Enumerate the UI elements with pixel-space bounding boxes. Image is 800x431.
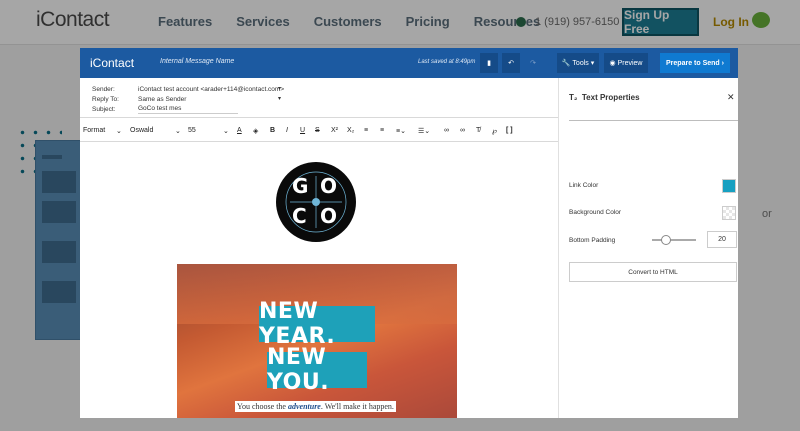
format-dropdown[interactable]: Format: [83, 127, 105, 134]
wrench-icon: 🔧: [561, 60, 573, 67]
line-spacing-icon[interactable]: ☰⌄: [418, 127, 430, 135]
send-label: Prepare to Send: [666, 59, 720, 67]
link-color-label: Link Color: [569, 182, 599, 189]
subject-label: Subject:: [92, 106, 116, 113]
text-properties-icon: T₂: [569, 93, 582, 102]
padding-input[interactable]: 20: [707, 231, 737, 248]
text-color-icon[interactable]: A: [237, 127, 242, 134]
unlink-icon[interactable]: ∞: [460, 127, 465, 134]
strikethrough-icon[interactable]: S: [315, 127, 320, 134]
numbered-list-icon[interactable]: ≡: [364, 127, 368, 134]
link-icon[interactable]: ∞: [444, 127, 449, 134]
sender-select[interactable]: iContact test account <arader+114@iconta…: [138, 86, 284, 93]
subject-input[interactable]: GoCo test mes: [138, 105, 238, 114]
tools-label: Tools: [572, 59, 589, 67]
tools-menu[interactable]: 🔧 Tools ▾: [557, 53, 599, 73]
convert-to-html-button[interactable]: Convert to HTML: [569, 262, 737, 282]
logo-rings-icon: [285, 171, 347, 233]
redo-icon[interactable]: ↷: [524, 53, 542, 73]
link-color-swatch[interactable]: [722, 179, 736, 193]
chevron-right-icon: ›: [719, 59, 724, 67]
hero-tagline[interactable]: You choose the adventure. We'll make it …: [235, 401, 396, 412]
highlight-icon[interactable]: ◈: [253, 127, 258, 135]
bottom-padding-label: Bottom Padding: [569, 237, 616, 244]
tagline-text: . We'll make it happen.: [320, 402, 394, 411]
panel-title: T₂ Text Properties: [569, 93, 640, 102]
code-brackets-icon[interactable]: [ ]: [506, 127, 513, 134]
message-meta: Sender: iContact test account <arader+11…: [80, 78, 558, 118]
last-saved: Last saved at 8:49pm: [418, 59, 476, 65]
chevron-down-icon[interactable]: ⌄: [116, 127, 122, 135]
email-editor-modal: iContact Internal Message Name Last save…: [80, 48, 738, 418]
editor-topbar: iContact Internal Message Name Last save…: [80, 48, 738, 78]
bold-icon[interactable]: B: [270, 127, 275, 134]
padding-slider-handle[interactable]: [661, 235, 671, 245]
logo-letter: O: [320, 174, 338, 198]
font-size-dropdown[interactable]: 55: [188, 127, 196, 134]
logo-letter: O: [320, 204, 338, 228]
underline-icon[interactable]: U: [300, 127, 305, 134]
tagline-emphasis: adventure: [287, 402, 321, 411]
goco-logo[interactable]: G O C O: [276, 162, 356, 242]
hero-image-block[interactable]: NEW YEAR. NEW YOU. You choose the advent…: [177, 264, 457, 418]
undo-icon[interactable]: ↶: [502, 53, 520, 73]
logo-letter: G: [292, 174, 309, 198]
align-icon[interactable]: ≡⌄: [396, 127, 406, 135]
panel-title-label: Text Properties: [581, 93, 640, 102]
eye-icon: ◉: [609, 60, 618, 67]
padding-slider-track[interactable]: [652, 239, 696, 241]
preview-button[interactable]: ◉ Preview: [604, 53, 648, 73]
reply-to-label: Reply To:: [92, 96, 119, 103]
preview-label: Preview: [617, 59, 643, 67]
hero-line-1[interactable]: NEW YEAR.: [259, 299, 375, 349]
sender-label: Sender:: [92, 86, 115, 93]
message-name[interactable]: Internal Message Name: [160, 58, 234, 65]
save-icon[interactable]: ▮: [480, 53, 498, 73]
prepare-to-send-button[interactable]: Prepare to Send ›: [660, 53, 730, 73]
email-canvas[interactable]: G O C O NEW YEAR. NEW YOU. You choose th…: [80, 144, 558, 418]
chevron-down-icon[interactable]: ▾: [278, 95, 281, 102]
close-icon[interactable]: ✕: [727, 92, 735, 103]
editor-logo: iContact: [90, 56, 135, 70]
chevron-down-icon: ▾: [588, 60, 595, 67]
background-color-swatch[interactable]: [722, 206, 736, 220]
reply-to-select[interactable]: Same as Sender: [138, 96, 186, 103]
subscript-icon[interactable]: X₂: [347, 127, 354, 134]
formatting-toolbar: Format ⌄ Oswald ⌄ 55 ⌄ A ◈ B I U S X² X₂…: [80, 122, 558, 142]
chevron-down-icon[interactable]: ⌄: [223, 127, 229, 135]
chevron-down-icon[interactable]: ▾: [278, 85, 281, 92]
background-color-label: Background Color: [569, 209, 622, 216]
hero-line-2[interactable]: NEW YOU.: [267, 345, 367, 395]
italic-icon[interactable]: I: [286, 127, 288, 134]
font-dropdown[interactable]: Oswald: [130, 127, 153, 134]
attachment-icon[interactable]: ℘: [492, 127, 497, 135]
clear-format-icon[interactable]: T̸: [476, 127, 480, 134]
superscript-icon[interactable]: X²: [331, 127, 338, 134]
tagline-text: You choose the: [237, 402, 288, 411]
text-properties-panel: T₂ Text Properties ✕ Link Color Backgrou…: [558, 78, 738, 418]
bullet-list-icon[interactable]: ≡: [380, 127, 384, 134]
panel-divider: [569, 120, 738, 121]
chevron-down-icon[interactable]: ⌄: [175, 127, 181, 135]
logo-letter: C: [292, 204, 307, 228]
